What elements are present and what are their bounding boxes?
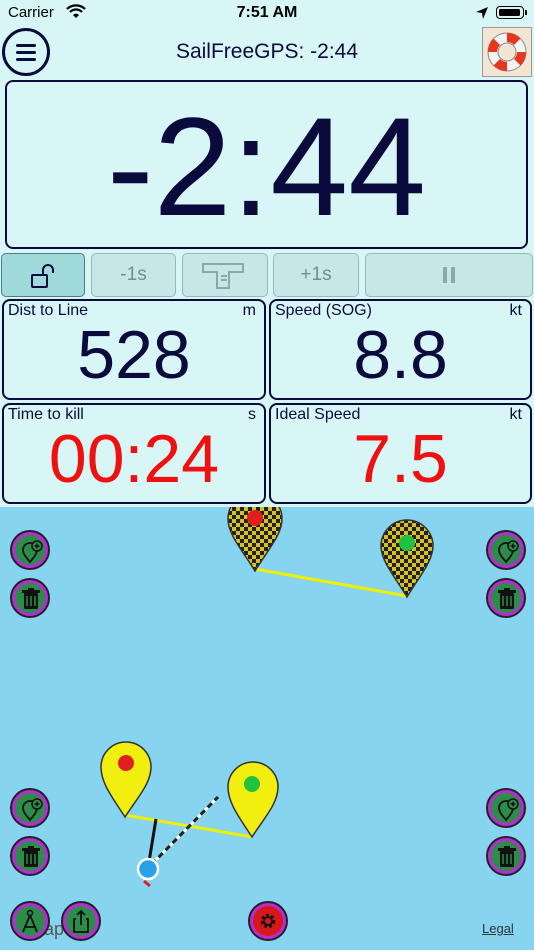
pause-icon: [443, 267, 455, 283]
trash-icon: [498, 846, 516, 867]
trash-icon: [22, 588, 40, 609]
map-canvas: [100, 507, 434, 888]
compass-button[interactable]: [10, 901, 50, 941]
course-map[interactable]: ap Legal: [0, 507, 534, 950]
start-pin-left-marker[interactable]: [100, 741, 152, 819]
nav-bar: SailFreeGPS: -2:44: [0, 27, 534, 78]
speed-panel: Speed (SOG) kt 8.8: [269, 299, 532, 400]
legal-link[interactable]: Legal: [482, 921, 514, 936]
delete-finish-pin-left-button[interactable]: [10, 578, 50, 618]
add-pin-icon: [22, 798, 43, 822]
lock-button[interactable]: [1, 253, 85, 297]
battery-icon: [496, 6, 527, 19]
delete-finish-pin-right-button[interactable]: [486, 578, 526, 618]
add-pin-icon: [22, 540, 43, 564]
ideal-speed-panel: Ideal Speed kt 7.5: [269, 403, 532, 504]
settings-button[interactable]: [248, 901, 288, 941]
pause-button[interactable]: [365, 253, 533, 297]
drafting-compass-icon: [22, 909, 38, 933]
add-pin-icon: [498, 540, 519, 564]
gear-icon: [260, 913, 276, 929]
start-pin-right-marker[interactable]: [227, 761, 279, 839]
clock-time: 7:51 AM: [236, 4, 298, 21]
dist-value: 528: [77, 317, 191, 393]
delete-start-pin-left-button[interactable]: [10, 836, 50, 876]
add-start-pin-right-button[interactable]: [486, 788, 526, 828]
finish-pin-right-marker[interactable]: [380, 519, 434, 599]
boat-position-marker: [136, 857, 160, 881]
location-arrow-icon: [476, 7, 488, 19]
dist-to-line-panel: Dist to Line m 528: [2, 299, 266, 400]
minus-one-second-button[interactable]: -1s: [91, 253, 176, 297]
plus-one-second-button[interactable]: +1s: [273, 253, 359, 297]
finish-pin-left-marker[interactable]: [227, 507, 283, 573]
finish-line: [254, 567, 408, 598]
page-title: SailFreeGPS: -2:44: [175, 40, 359, 63]
add-pin-icon: [498, 798, 519, 822]
ideal-speed-value: 7.5: [353, 421, 448, 497]
add-finish-pin-right-button[interactable]: [486, 530, 526, 570]
starting-pistol-icon: [202, 263, 244, 289]
add-finish-pin-left-button[interactable]: [10, 530, 50, 570]
lifebuoy-icon: [487, 32, 527, 72]
delete-start-pin-right-button[interactable]: [486, 836, 526, 876]
share-button[interactable]: [61, 901, 101, 941]
time-to-kill-value: 00:24: [48, 421, 220, 497]
status-bar: Carrier 7:51 AM: [0, 0, 534, 28]
share-icon: [73, 909, 89, 933]
track-tail: [143, 879, 151, 888]
add-start-pin-left-button[interactable]: [10, 788, 50, 828]
trash-icon: [22, 846, 40, 867]
countdown-value: -2:44: [106, 88, 427, 245]
unlock-icon: [31, 264, 54, 288]
trash-icon: [498, 588, 516, 609]
countdown-display: -2:44: [5, 80, 528, 249]
time-to-kill-panel: Time to kill s 00:24: [2, 403, 266, 504]
lifebuoy-button[interactable]: [482, 27, 532, 77]
speed-value: 8.8: [353, 317, 448, 393]
start-gun-button[interactable]: [182, 253, 268, 297]
